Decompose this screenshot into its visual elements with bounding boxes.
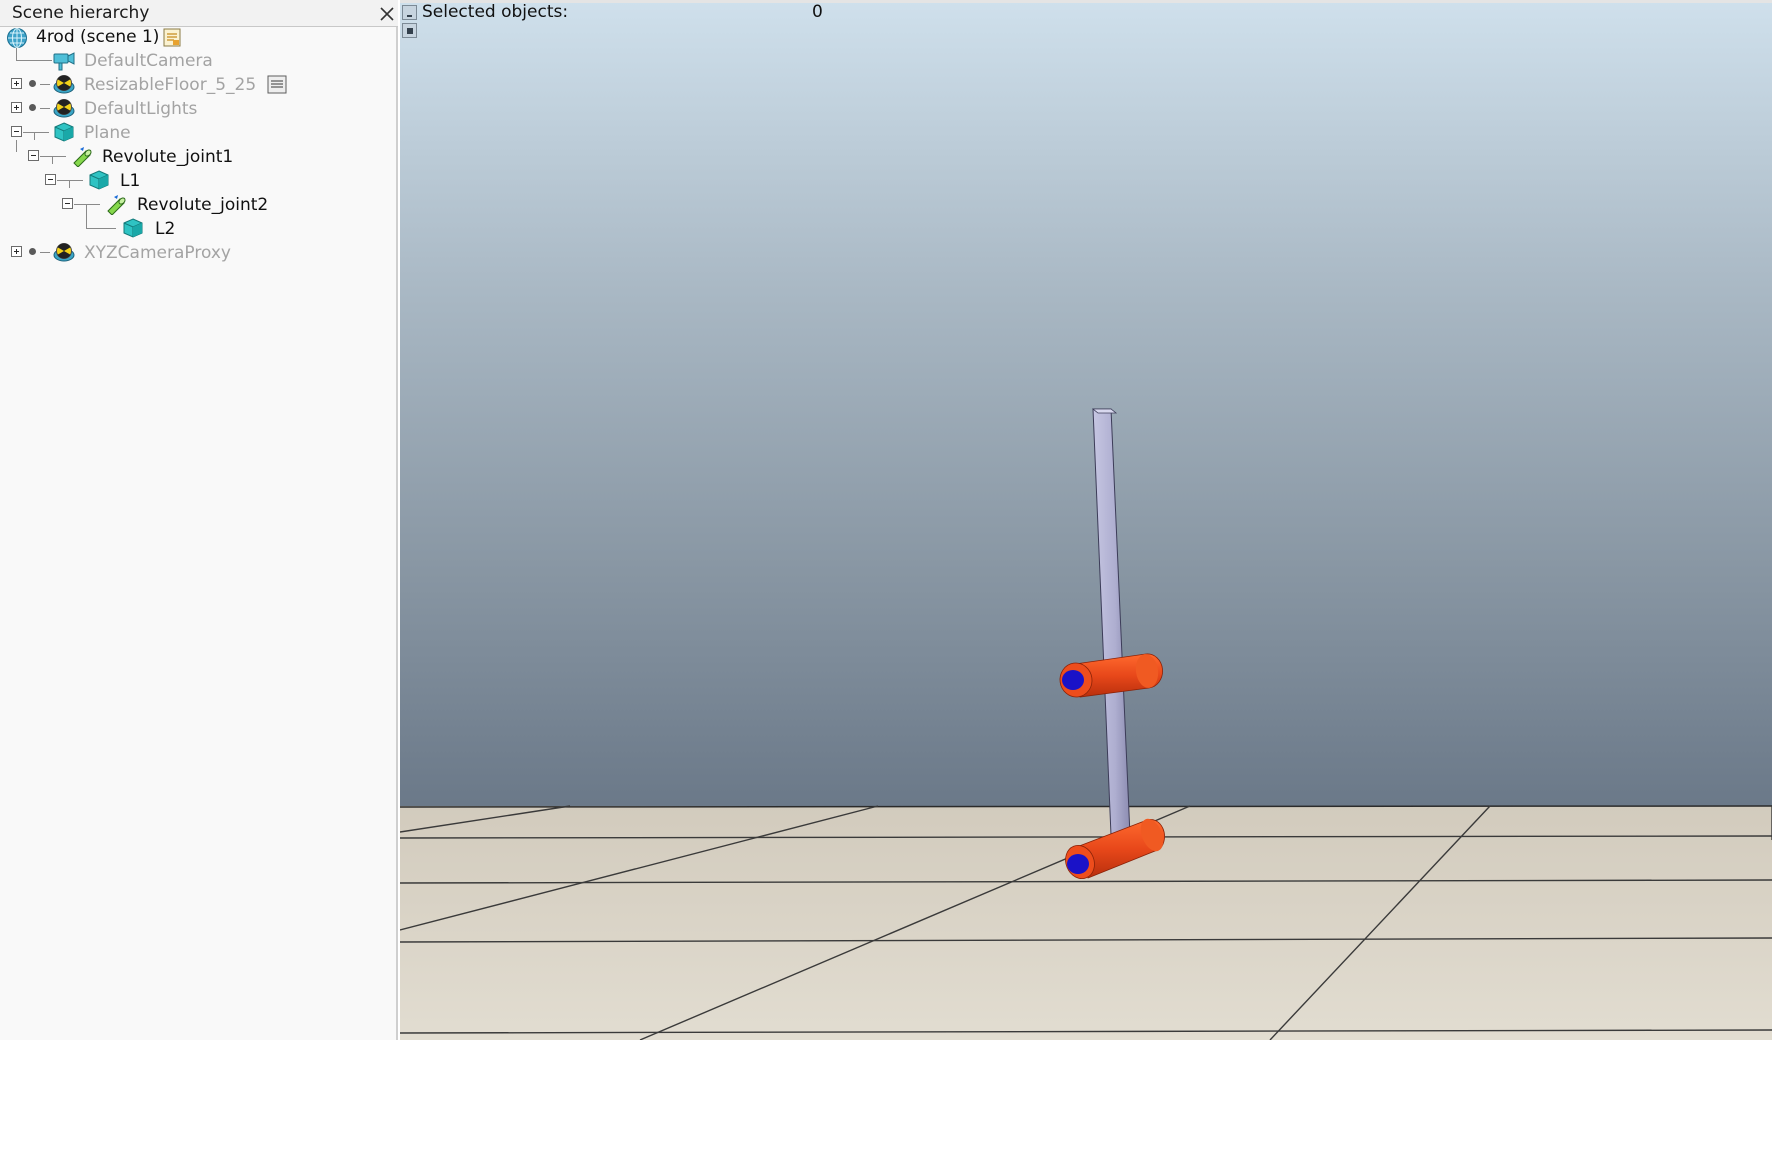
tree-item-label: DefaultLights bbox=[84, 99, 198, 119]
selected-objects-label: Selected objects: bbox=[422, 2, 569, 22]
revolute-joint-icon bbox=[73, 147, 92, 167]
tree-item-label: ResizableFloor_5_25 bbox=[84, 75, 257, 95]
joint-axis-marker bbox=[1067, 854, 1089, 874]
camera-icon bbox=[53, 52, 75, 71]
shape-cube-icon bbox=[89, 170, 109, 190]
link-l1-rod[interactable] bbox=[1092, 408, 1131, 836]
model-dot-icon bbox=[29, 104, 36, 111]
model-dot-icon bbox=[29, 80, 36, 87]
floor[interactable] bbox=[400, 806, 1772, 1040]
collapse-toggle[interactable] bbox=[11, 126, 22, 137]
bottom-blank-area bbox=[0, 1040, 1772, 1174]
tree-item-label: L2 bbox=[155, 219, 176, 239]
scene-hierarchy-titlebar: Scene hierarchy bbox=[0, 0, 398, 27]
close-icon[interactable] bbox=[378, 5, 396, 23]
viewport-top-border bbox=[400, 0, 1772, 3]
tree-item-label: 4rod (scene 1) bbox=[36, 27, 160, 47]
expand-toggle[interactable] bbox=[11, 102, 22, 113]
scene-hierarchy-panel: Scene hierarchy 4rod (scene 1) DefaultCa… bbox=[0, 0, 398, 1040]
model-icon bbox=[53, 99, 75, 118]
script-icon[interactable] bbox=[161, 27, 185, 49]
collapse-toggle[interactable] bbox=[62, 198, 73, 209]
scene-3d-render[interactable] bbox=[400, 0, 1772, 1040]
collapse-toggle[interactable] bbox=[45, 174, 56, 185]
collapse-toggle[interactable] bbox=[28, 150, 39, 161]
floor-horizon-line bbox=[400, 805, 1772, 808]
tree-item-label: XYZCameraProxy bbox=[84, 243, 231, 263]
shape-cube-icon bbox=[123, 218, 143, 238]
model-icon bbox=[53, 243, 75, 262]
revolute-joint1-cylinder[interactable] bbox=[1058, 653, 1163, 699]
joint-axis-marker bbox=[1062, 670, 1084, 690]
shape-cube-icon bbox=[54, 122, 74, 142]
tree-item-label: Revolute_joint2 bbox=[137, 195, 269, 215]
tree-item-label: Plane bbox=[84, 123, 131, 143]
selected-objects-count: 0 bbox=[812, 2, 823, 22]
model-dot-icon bbox=[29, 248, 36, 255]
model-icon bbox=[53, 75, 75, 94]
scene-globe-icon bbox=[7, 28, 27, 48]
tree-item-label: L1 bbox=[120, 171, 141, 191]
customization-script-icon[interactable] bbox=[266, 74, 290, 96]
scene-hierarchy-title: Scene hierarchy bbox=[12, 3, 150, 23]
toggle-info-button[interactable] bbox=[402, 23, 417, 38]
tree-item-label: DefaultCamera bbox=[84, 51, 213, 71]
revolute-joint-icon bbox=[107, 195, 126, 215]
collapse-info-button[interactable] bbox=[402, 5, 417, 20]
tree-item-label: Revolute_joint1 bbox=[102, 147, 234, 167]
expand-toggle[interactable] bbox=[11, 78, 22, 89]
expand-toggle[interactable] bbox=[11, 246, 22, 257]
scene-tree: 4rod (scene 1) DefaultCamera ResizableFl… bbox=[0, 26, 398, 286]
